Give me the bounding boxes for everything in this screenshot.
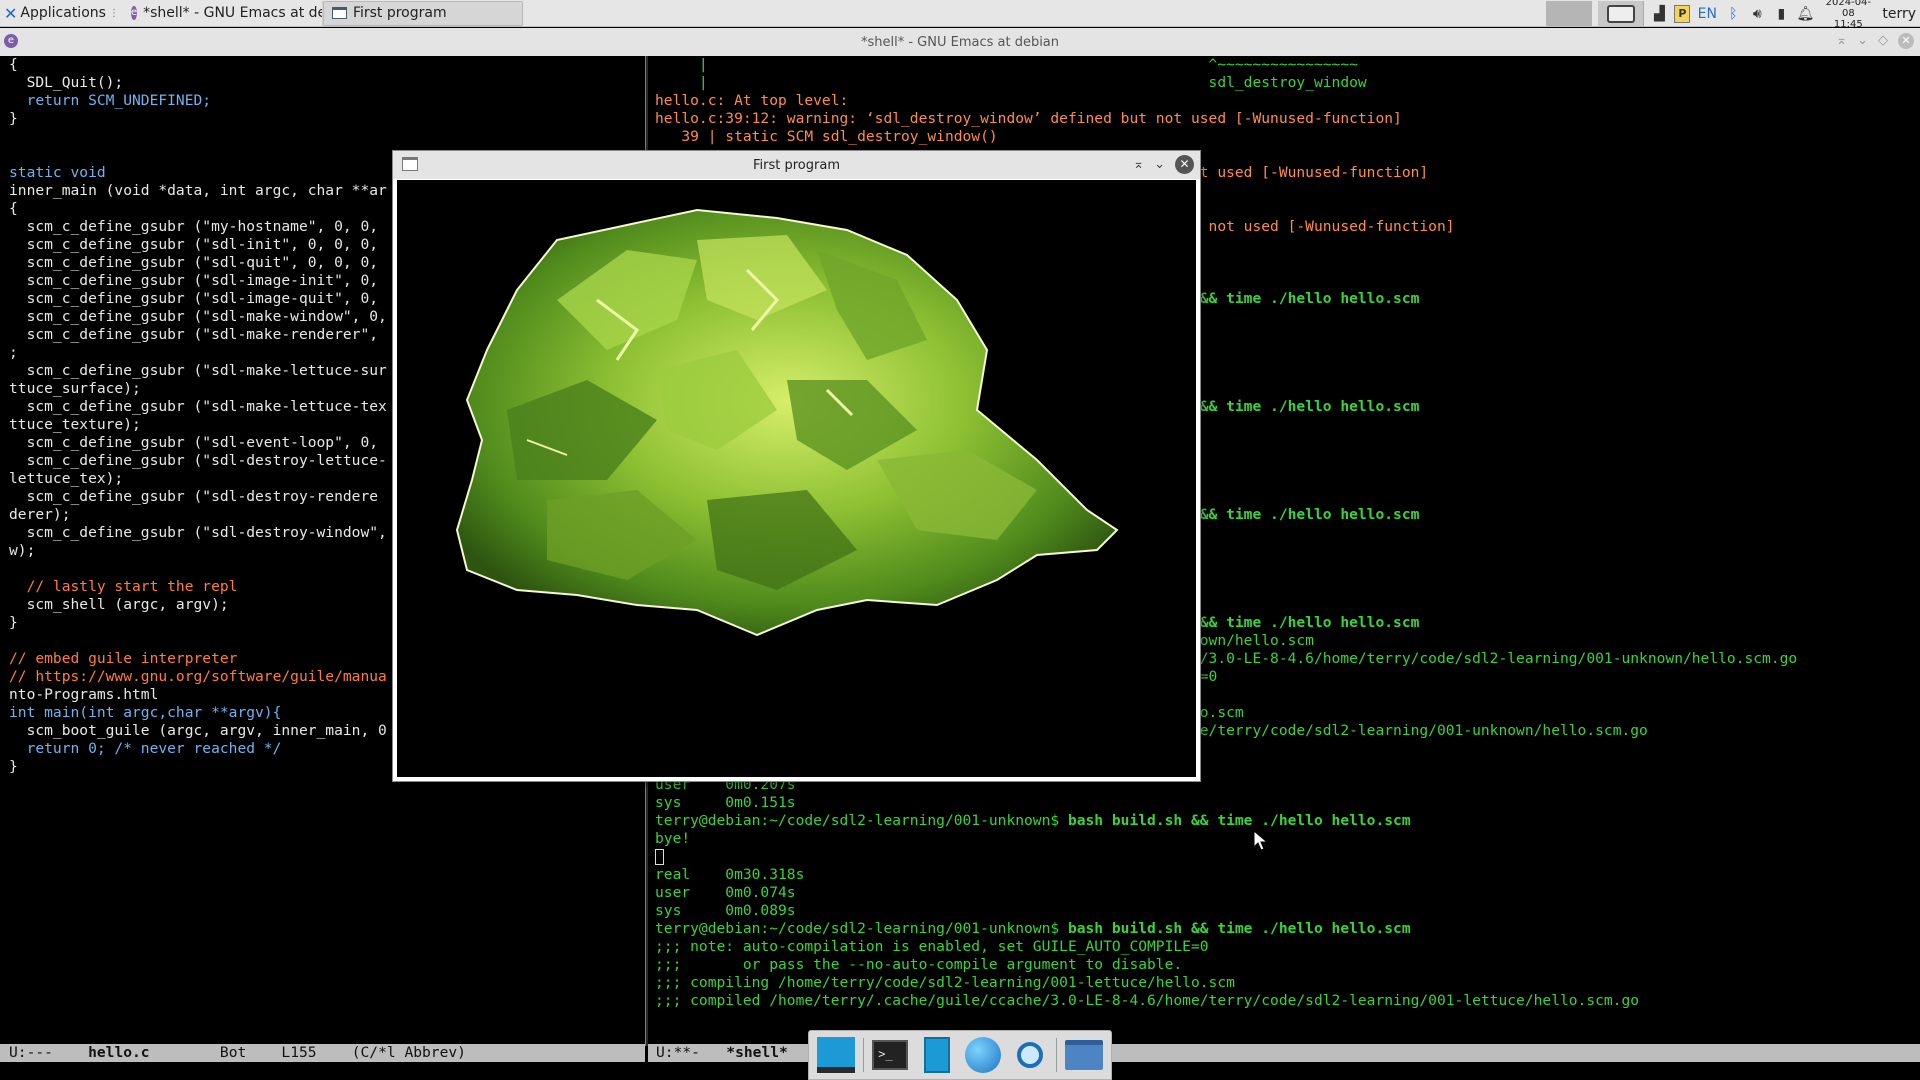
- clock[interactable]: 2024-04-08 11:45: [1820, 0, 1876, 30]
- window-icon: [331, 7, 347, 19]
- mouse-pointer-icon: [1253, 830, 1269, 851]
- modeline-mode: (C/*l Abbrev): [351, 1044, 466, 1061]
- shell-output-line: [655, 848, 1920, 866]
- maximize-icon[interactable]: ⌅: [1133, 157, 1144, 172]
- modeline-buffer-name: hello.c: [88, 1044, 150, 1061]
- files-folder-icon[interactable]: [1064, 1035, 1104, 1075]
- applications-menu[interactable]: ✕ Applications ⋮: [0, 0, 123, 27]
- first-program-title: First program: [753, 157, 840, 173]
- shell-output-line: | sdl_destroy_window: [655, 74, 1367, 91]
- web-browser-icon[interactable]: [963, 1035, 1003, 1075]
- close-icon[interactable]: ✕: [1898, 33, 1914, 49]
- shell-prompt: terry@debian:~/code/sdl2-learning/001-un…: [655, 812, 1068, 829]
- system-tray: ▟ P EN ᛒ 🔊︎ ▮ 🔔︎ 2024-04-08 11:45 terry: [1546, 0, 1920, 30]
- taskbar-item-label: *shell* - GNU Emacs at de...: [143, 5, 323, 21]
- taskbar-item-label: First program: [352, 5, 447, 21]
- shell-output-line: ;;; compiling /home/terry/code/sdl2-lear…: [655, 974, 1235, 991]
- shell-output-line: hello.c:39:12: warning: ‘sdl_destroy_win…: [655, 110, 1402, 127]
- menu-separator-icon: ⋮: [108, 7, 119, 19]
- minimize-icon[interactable]: ⌄: [1154, 157, 1165, 172]
- shell-command: bash build.sh && time ./hello hello.scm: [1067, 920, 1411, 937]
- dock-separator: [862, 1038, 864, 1072]
- modeline-buffer-name: *shell*: [726, 1044, 788, 1061]
- text-cursor: [655, 849, 664, 865]
- code-line: {: [9, 56, 18, 73]
- modeline-position: Bot: [219, 1044, 247, 1061]
- emacs-icon: e: [4, 34, 18, 48]
- window-icon: [402, 157, 418, 171]
- shell-output-line: 39 | static SCM sdl_destroy_window(): [655, 128, 998, 145]
- first-program-titlebar[interactable]: First program ⌅ ⌄ ✕: [393, 151, 1200, 179]
- close-icon[interactable]: ✕: [1175, 155, 1194, 174]
- code-line: }: [9, 110, 18, 127]
- shell-output-line: | ^~~~~~~~~~~~~~~~~: [655, 56, 1358, 73]
- emacs-window-title: *shell* - GNU Emacs at debian: [860, 34, 1060, 50]
- terminal-icon[interactable]: >_: [870, 1035, 910, 1075]
- shell-output-line: bye!: [655, 830, 691, 847]
- code-line: SDL_Quit();: [9, 74, 124, 91]
- shell-output-line: terry@debian:~/code/sdl2-learning/001-un…: [655, 920, 1920, 938]
- taskbar-item-first-program[interactable]: First program: [322, 0, 523, 26]
- clipboard-icon[interactable]: P: [1674, 4, 1691, 23]
- shell-output-line: hello.c: At top level:: [655, 92, 849, 109]
- clock-date: 2024-04-08: [1825, 0, 1872, 19]
- file-manager-icon[interactable]: [917, 1035, 957, 1075]
- show-desktop-icon[interactable]: [816, 1035, 856, 1075]
- battery-icon[interactable]: ▮: [1772, 6, 1790, 22]
- minimize-icon[interactable]: ⌄: [1857, 33, 1868, 49]
- lettuce-image: [455, 208, 1119, 637]
- emacs-titlebar[interactable]: e *shell* - GNU Emacs at debian ⌅ ⌄ ◇ ✕: [0, 28, 1920, 56]
- volume-icon[interactable]: 🔊︎: [1748, 6, 1766, 22]
- maximize-icon[interactable]: ⌅: [1836, 33, 1847, 49]
- shell-output-line: ;;; compiled /home/terry/.cache/guile/cc…: [655, 992, 1640, 1009]
- top-panel: ✕ Applications ⋮ e *shell* - GNU Emacs a…: [0, 0, 1920, 30]
- taskbar-item-emacs[interactable]: e *shell* - GNU Emacs at de...: [123, 0, 323, 26]
- notifications-bell-icon[interactable]: 🔔︎: [1796, 6, 1814, 22]
- app-finder-icon[interactable]: [1010, 1035, 1050, 1075]
- shell-prompt: terry@debian:~/code/sdl2-learning/001-un…: [655, 920, 1068, 937]
- sdl-render-canvas[interactable]: [397, 180, 1196, 777]
- modeline-left[interactable]: U:--- hello.c Bot L155 (C/*l Abbrev): [0, 1044, 645, 1062]
- bottom-dock: >_: [808, 1030, 1112, 1080]
- applications-label: Applications: [20, 5, 106, 21]
- xfce-logo-icon: ✕: [4, 3, 18, 23]
- first-program-window[interactable]: First program ⌅ ⌄ ✕: [392, 150, 1201, 782]
- code-line: return SCM_UNDEFINED;: [9, 92, 212, 109]
- emacs-icon: e: [130, 6, 138, 20]
- shell-output-line: ;;; or pass the --no-auto-compile argume…: [655, 956, 1183, 973]
- shell-output-line: sys 0m0.089s: [655, 902, 796, 919]
- workspace-2[interactable]: [1598, 1, 1645, 26]
- shell-output-line: user 0m0.074s: [655, 884, 796, 901]
- network-signal-icon[interactable]: ▟: [1650, 6, 1668, 22]
- bluetooth-icon[interactable]: ᛒ: [1724, 6, 1742, 22]
- shell-output-line: real 0m30.318s: [655, 866, 805, 883]
- modeline-status: U:**-: [656, 1044, 700, 1061]
- shell-command: bash build.sh && time ./hello hello.scm: [1067, 812, 1411, 829]
- modeline-status: U:---: [9, 1044, 53, 1061]
- user-menu[interactable]: terry: [1882, 6, 1916, 22]
- dock-separator: [1056, 1038, 1058, 1072]
- modeline-line: L155: [281, 1044, 317, 1061]
- shell-output-line: sys 0m0.151s: [655, 794, 796, 811]
- workspace-1[interactable]: [1546, 1, 1593, 26]
- keyboard-layout-indicator[interactable]: EN: [1696, 6, 1718, 22]
- stick-icon[interactable]: ◇: [1878, 33, 1888, 49]
- shell-output-line: terry@debian:~/code/sdl2-learning/001-un…: [655, 812, 1920, 830]
- shell-output-line: ;;; note: auto-compilation is enabled, s…: [655, 938, 1209, 955]
